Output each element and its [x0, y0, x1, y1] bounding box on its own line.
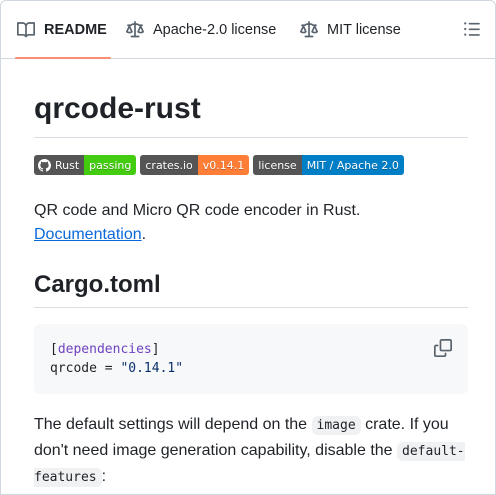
- crates-version-badge[interactable]: crates.io v0.14.1: [140, 155, 250, 175]
- badge-right: MIT / Apache 2.0: [301, 155, 404, 175]
- tab-readme-label: README: [44, 21, 107, 38]
- code-section: dependencies: [57, 342, 152, 357]
- tab-mit-license-label: MIT license: [327, 21, 401, 38]
- list-icon: [463, 22, 481, 42]
- readme-title: qrcode-rust: [34, 92, 201, 125]
- inline-code-image: image: [311, 416, 361, 435]
- tab-readme[interactable]: README: [15, 1, 111, 59]
- code-key: qrcode: [50, 361, 97, 376]
- badge-right: v0.14.1: [197, 155, 250, 175]
- badge-left: license: [253, 155, 302, 175]
- default-features-paragraph: The default settings will depend on the …: [34, 412, 474, 490]
- description: QR code and Micro QR code encoder in Rus…: [34, 199, 468, 247]
- copy-icon: [434, 339, 452, 361]
- outline-button[interactable]: [463, 20, 483, 40]
- cargo-heading: Cargo.toml: [34, 271, 161, 298]
- period: .: [141, 226, 147, 243]
- code-block: [dependencies] qrcode = "0.14.1": [34, 324, 468, 394]
- badge-row: Rust passing crates.io v0.14.1 license M…: [34, 155, 408, 175]
- code-eq: =: [96, 361, 121, 376]
- tab-mit-license[interactable]: MIT license: [300, 1, 401, 58]
- code-value: "0.14.1": [120, 361, 184, 376]
- tab-apache-license-label: Apache-2.0 license: [153, 21, 277, 38]
- documentation-link[interactable]: Documentation: [34, 226, 142, 243]
- license-badge[interactable]: license MIT / Apache 2.0: [253, 155, 404, 175]
- scale-icon: [300, 20, 318, 39]
- badge-left: Rust: [34, 155, 85, 175]
- divider: [34, 307, 468, 308]
- github-icon: [38, 158, 51, 172]
- book-icon: [17, 21, 35, 39]
- readme-panel: README Apache-2.0 license MIT license qr…: [0, 0, 496, 495]
- scale-icon: [126, 20, 144, 39]
- code-bracket: ]: [151, 342, 160, 357]
- tab-apache-license[interactable]: Apache-2.0 license: [126, 1, 276, 58]
- readme-tab-bar: README Apache-2.0 license MIT license: [1, 1, 495, 59]
- badge-left: crates.io: [140, 155, 198, 175]
- build-status-badge[interactable]: Rust passing: [34, 155, 137, 175]
- badge-right: passing: [84, 155, 137, 175]
- para-text: The default settings will depend on the: [34, 416, 312, 433]
- divider: [34, 137, 468, 138]
- para-text: :: [101, 468, 107, 485]
- copy-button[interactable]: [434, 339, 452, 357]
- code-bracket: [: [50, 342, 58, 357]
- description-text: QR code and Micro QR code encoder in Rus…: [34, 202, 361, 219]
